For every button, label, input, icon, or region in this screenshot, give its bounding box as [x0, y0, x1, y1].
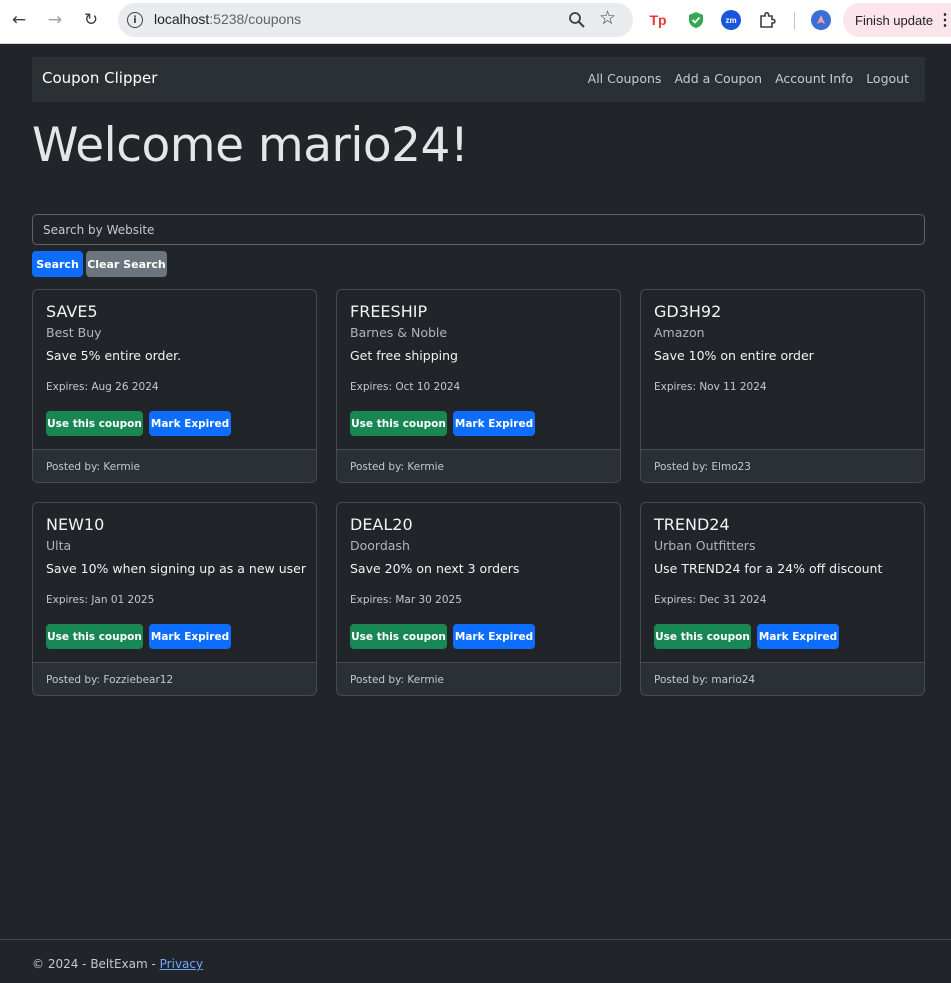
coupon-code: DEAL20 — [350, 515, 413, 534]
coupon-expiry: Expires: Aug 26 2024 — [46, 381, 159, 393]
coupon-card: GD3H92 Amazon Save 10% on entire order E… — [640, 289, 925, 483]
coupon-description: Save 10% when signing up as a new user — [46, 561, 306, 576]
search-button[interactable]: Search — [32, 251, 83, 277]
card-footer: Posted by: Elmo23 — [641, 449, 924, 482]
page-footer: © 2024 - BeltExam - Privacy — [0, 939, 951, 983]
app-navbar: Coupon Clipper All Coupons Add a Coupon … — [32, 57, 925, 102]
coupon-card: FREESHIP Barnes & Noble Get free shippin… — [336, 289, 621, 483]
coupon-code: TREND24 — [654, 515, 730, 534]
mark-expired-button[interactable]: Mark Expired — [453, 624, 535, 649]
nav-add-coupon[interactable]: Add a Coupon — [674, 71, 762, 86]
card-footer: Posted by: Kermie — [33, 449, 316, 482]
brand-link[interactable]: Coupon Clipper — [42, 69, 157, 87]
coupon-expiry: Expires: Dec 31 2024 — [654, 594, 767, 606]
nav-links: All Coupons Add a Coupon Account Info Lo… — [588, 71, 909, 86]
posted-by: Posted by: Kermie — [350, 461, 444, 473]
profile-avatar-icon[interactable] — [811, 10, 831, 30]
coupon-site: Urban Outfitters — [654, 538, 756, 553]
posted-by: Posted by: Kermie — [46, 461, 140, 473]
shield-extension-icon[interactable] — [686, 10, 706, 30]
use-coupon-button[interactable]: Use this coupon — [350, 624, 447, 649]
coupon-site: Amazon — [654, 325, 705, 340]
posted-by: Posted by: Fozziebear12 — [46, 674, 174, 686]
copyright-text: © 2024 - BeltExam - — [32, 957, 160, 971]
coupon-site: Best Buy — [46, 325, 102, 340]
card-footer: Posted by: Kermie — [337, 662, 620, 695]
privacy-link[interactable]: Privacy — [160, 957, 203, 971]
coupon-code: FREESHIP — [350, 302, 428, 321]
clear-search-button[interactable]: Clear Search — [86, 251, 167, 277]
coupon-expiry: Expires: Mar 30 2025 — [350, 594, 462, 606]
coupon-code: GD3H92 — [654, 302, 722, 321]
footer-text: © 2024 - BeltExam - Privacy — [32, 957, 203, 971]
url-text[interactable]: localhost:5238/coupons — [154, 11, 301, 27]
coupon-code: SAVE5 — [46, 302, 98, 321]
card-footer: Posted by: Fozziebear12 — [33, 662, 316, 695]
coupon-card: DEAL20 Doordash Save 20% on next 3 order… — [336, 502, 621, 696]
forward-icon[interactable]: → — [43, 8, 67, 32]
mark-expired-button[interactable]: Mark Expired — [149, 624, 231, 649]
finish-update-button[interactable]: Finish update ⋮ — [843, 3, 951, 37]
back-icon[interactable]: ← — [7, 8, 31, 32]
coupon-card: TREND24 Urban Outfitters Use TREND24 for… — [640, 502, 925, 696]
coupon-expiry: Expires: Jan 01 2025 — [46, 594, 155, 606]
coupon-card: SAVE5 Best Buy Save 5% entire order. Exp… — [32, 289, 317, 483]
coupon-expiry: Expires: Oct 10 2024 — [350, 381, 461, 393]
page-title: Welcome mario24! — [32, 118, 469, 173]
card-footer: Posted by: Kermie — [337, 449, 620, 482]
more-menu-icon[interactable]: ⋮ — [937, 10, 951, 30]
toolbar-divider — [794, 12, 795, 30]
zoom-icon[interactable] — [567, 10, 587, 30]
coupon-description: Get free shipping — [350, 348, 458, 363]
mark-expired-button[interactable]: Mark Expired — [149, 411, 231, 436]
coupon-site: Doordash — [350, 538, 410, 553]
zoom-extension-icon[interactable]: zm — [721, 10, 741, 30]
coupon-description: Save 20% on next 3 orders — [350, 561, 520, 576]
extensions-puzzle-icon[interactable] — [757, 10, 777, 30]
nav-all-coupons[interactable]: All Coupons — [588, 71, 662, 86]
site-info-icon[interactable]: i — [127, 12, 143, 28]
use-coupon-button[interactable]: Use this coupon — [654, 624, 751, 649]
use-coupon-button[interactable]: Use this coupon — [46, 411, 143, 436]
mark-expired-button[interactable]: Mark Expired — [757, 624, 839, 649]
use-coupon-button[interactable]: Use this coupon — [46, 624, 143, 649]
nav-account-info[interactable]: Account Info — [775, 71, 853, 86]
browser-toolbar: ← → ↻ i localhost:5238/coupons ☆ Tp zm F… — [0, 0, 951, 44]
address-bar[interactable]: i localhost:5238/coupons ☆ — [118, 3, 633, 37]
coupon-expiry: Expires: Nov 11 2024 — [654, 381, 767, 393]
coupon-code: NEW10 — [46, 515, 105, 534]
tp-extension-icon[interactable]: Tp — [648, 10, 668, 30]
search-input[interactable] — [32, 214, 925, 245]
posted-by: Posted by: Elmo23 — [654, 461, 751, 473]
card-footer: Posted by: mario24 — [641, 662, 924, 695]
coupon-site: Ulta — [46, 538, 72, 553]
mark-expired-button[interactable]: Mark Expired — [453, 411, 535, 436]
coupon-description: Use TREND24 for a 24% off discount — [654, 561, 883, 576]
bookmark-star-icon[interactable]: ☆ — [599, 7, 616, 29]
coupon-description: Save 5% entire order. — [46, 348, 182, 363]
use-coupon-button[interactable]: Use this coupon — [350, 411, 447, 436]
posted-by: Posted by: Kermie — [350, 674, 444, 686]
coupon-site: Barnes & Noble — [350, 325, 448, 340]
posted-by: Posted by: mario24 — [654, 674, 756, 686]
reload-icon[interactable]: ↻ — [79, 8, 103, 32]
coupon-description: Save 10% on entire order — [654, 348, 814, 363]
coupon-card: NEW10 Ulta Save 10% when signing up as a… — [32, 502, 317, 696]
nav-logout[interactable]: Logout — [866, 71, 909, 86]
